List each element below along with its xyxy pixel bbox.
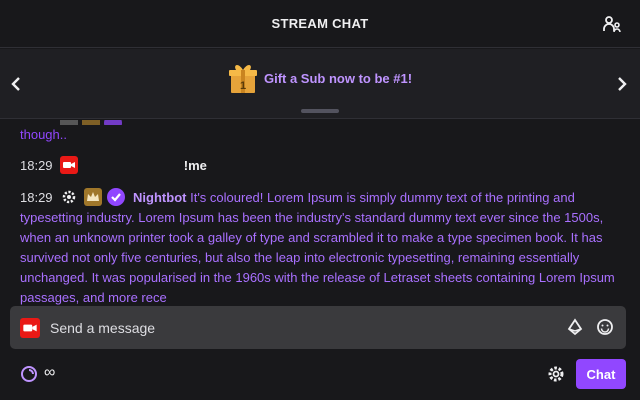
chat-send-button[interactable]: Chat	[576, 359, 626, 389]
partial-message-text: though..	[20, 127, 67, 142]
verified-badge-icon[interactable]	[107, 188, 126, 206]
chat-message: 18:29 !me	[20, 156, 620, 176]
settings-gear-icon[interactable]	[546, 364, 566, 384]
chat-messages: though.. 18:29 !me 18:29 Nightbot It's c…	[0, 120, 640, 306]
message-timestamp: 18:29	[20, 190, 53, 205]
message-timestamp: 18:29	[20, 158, 53, 173]
message-username[interactable]: Nightbot	[133, 190, 186, 205]
chat-message: 18:29 Nightbot It's coloured! Lorem Ipsu…	[20, 188, 620, 306]
channel-points-icon[interactable]	[20, 365, 38, 383]
bits-icon[interactable]	[566, 318, 584, 336]
crown-badge-icon	[82, 120, 100, 125]
gear-badge-icon[interactable]	[60, 188, 78, 206]
chat-footer: ∞ Chat	[0, 350, 640, 400]
banner-text: Gift a Sub now to be #1!	[263, 70, 413, 86]
chevron-right-icon[interactable]	[612, 73, 632, 95]
message-composer	[10, 306, 626, 349]
emote-picker-icon[interactable]	[596, 318, 614, 336]
gear-badge-icon	[60, 120, 78, 125]
chat-title: STREAM CHAT	[271, 16, 369, 31]
gift-rank-number: 1	[240, 80, 246, 92]
chat-message-partial: though..	[20, 120, 620, 145]
gift-sub-banner: 1 Gift a Sub now to be #1!	[0, 49, 640, 119]
gift-icon: 1	[228, 62, 258, 94]
chat-header: STREAM CHAT	[0, 0, 640, 48]
partial-badges	[60, 120, 124, 125]
message-text: It's coloured! Lorem Ipsum is simply dum…	[20, 190, 615, 305]
camera-badge-icon[interactable]	[60, 156, 79, 174]
camera-icon[interactable]	[20, 318, 40, 338]
verified-badge-icon	[104, 120, 122, 125]
users-icon[interactable]	[602, 14, 622, 34]
channel-points-value: ∞	[44, 364, 56, 381]
banner-content[interactable]: 1 Gift a Sub now to be #1!	[0, 62, 640, 94]
drag-handle[interactable]	[301, 109, 339, 113]
crown-badge-icon[interactable]	[83, 188, 102, 206]
send-message-input[interactable]	[50, 306, 550, 349]
message-text: !me	[183, 158, 207, 173]
